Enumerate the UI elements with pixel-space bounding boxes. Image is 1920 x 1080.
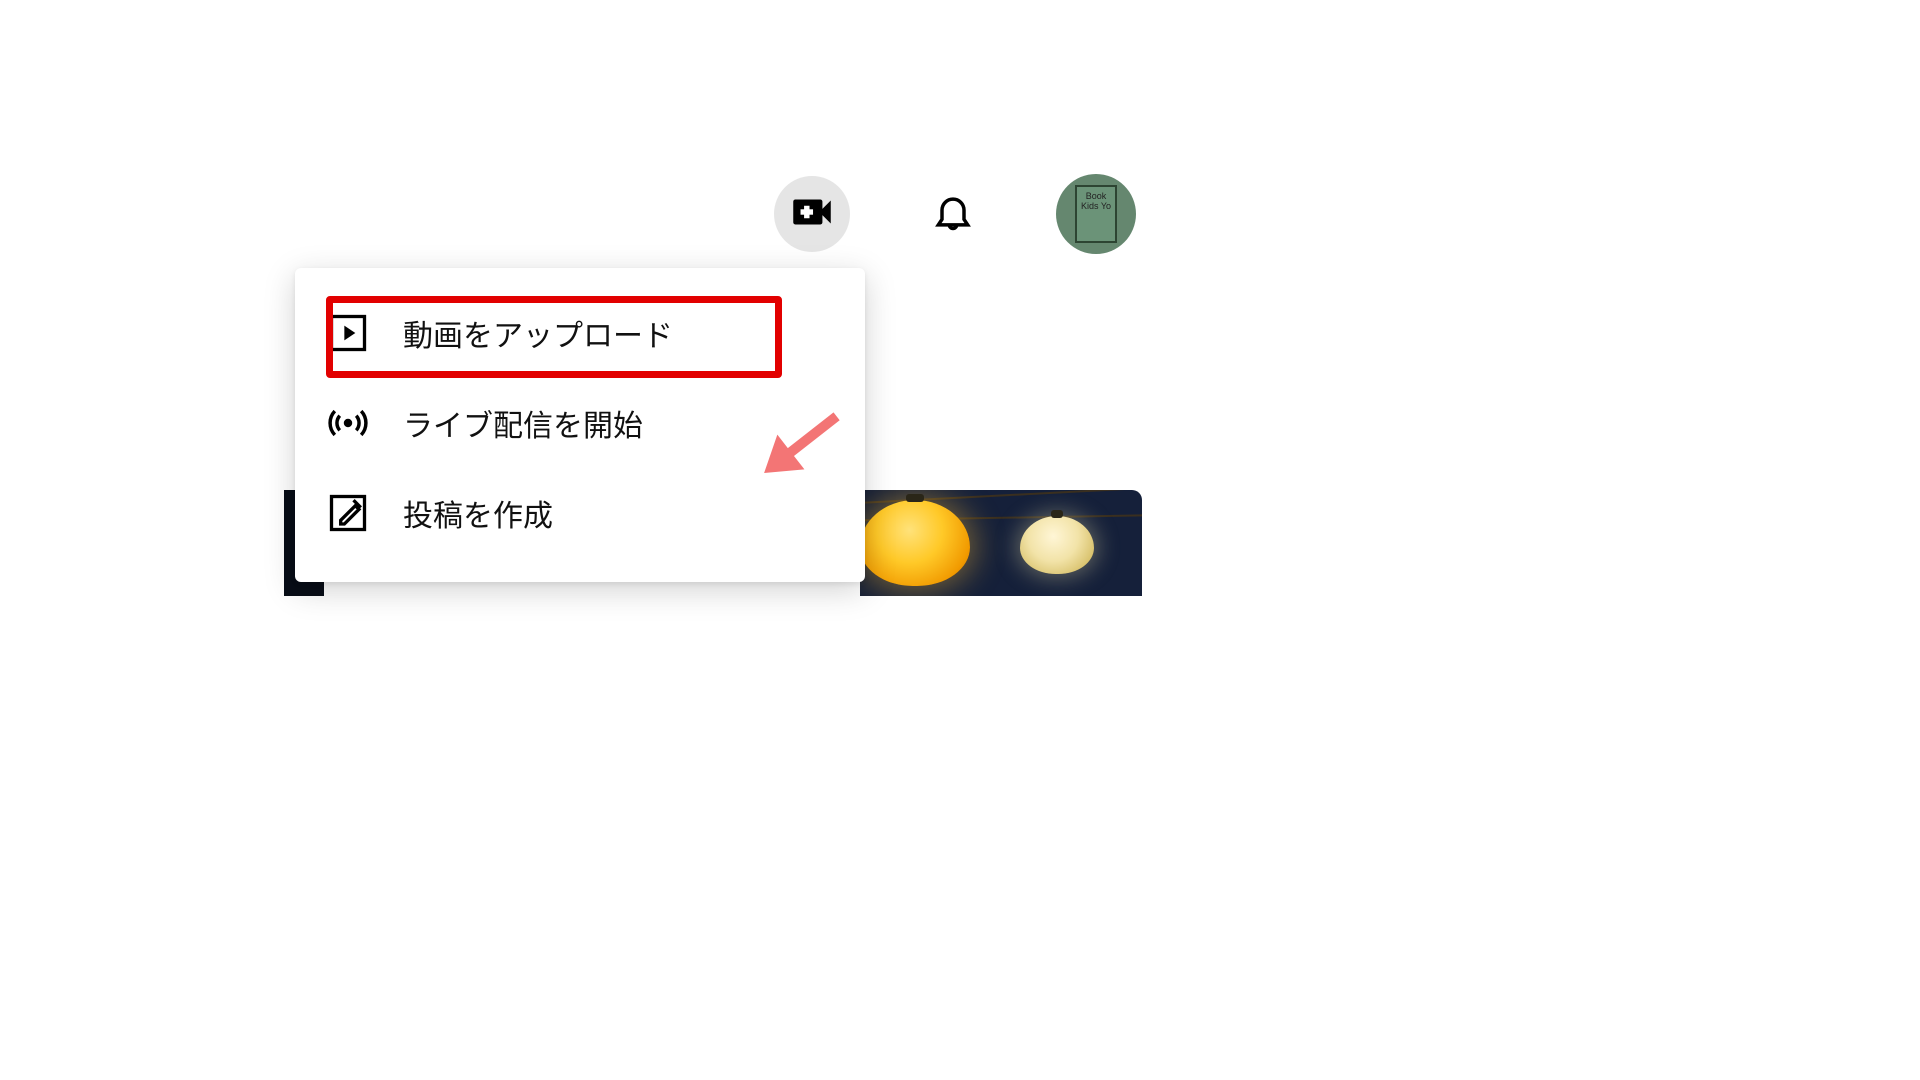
lantern-decor (860, 500, 970, 586)
compose-icon (325, 490, 371, 536)
avatar-text-1: Book (1086, 191, 1107, 201)
avatar-text-2: Kids Yo (1081, 201, 1111, 211)
play-box-icon (325, 310, 371, 356)
menu-item-go-live[interactable]: ライブ配信を開始 (295, 378, 865, 468)
lantern-decor (1020, 516, 1094, 574)
create-menu: 動画をアップロード ライブ配信を開始 (295, 268, 865, 582)
menu-item-label: ライブ配信を開始 (403, 401, 835, 445)
notifications-button[interactable] (928, 189, 978, 239)
menu-item-label: 投稿を作成 (403, 491, 835, 535)
avatar-button[interactable]: Book Kids Yo (1056, 174, 1136, 254)
menu-item-label: 動画をアップロード (403, 311, 835, 355)
content-thumbnail (860, 490, 1142, 596)
topbar: Book Kids Yo (774, 174, 1136, 254)
menu-item-create-post[interactable]: 投稿を作成 (295, 468, 865, 558)
avatar-image: Book Kids Yo (1075, 185, 1117, 243)
stage: Book Kids Yo 動画をアップロード (0, 0, 1920, 1080)
create-button[interactable] (774, 176, 850, 252)
video-plus-icon (787, 187, 837, 242)
menu-item-upload-video[interactable]: 動画をアップロード (295, 288, 865, 378)
broadcast-icon (325, 400, 371, 446)
bell-icon (931, 187, 975, 242)
